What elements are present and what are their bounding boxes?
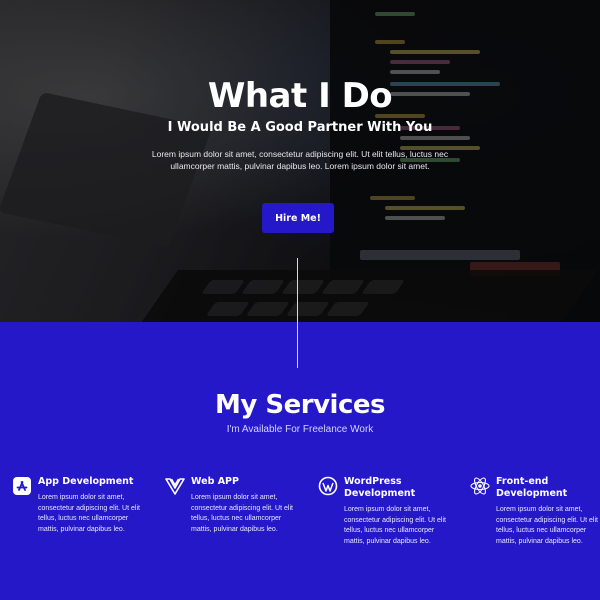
services-title: My Services <box>215 390 385 420</box>
hero-section: What I Do I Would Be A Good Partner With… <box>0 0 600 322</box>
service-description: Lorem ipsum dolor sit amet, consectetur … <box>496 506 598 545</box>
service-description: Lorem ipsum dolor sit amet, consectetur … <box>344 506 446 545</box>
vue-icon <box>165 476 185 496</box>
service-description: Lorem ipsum dolor sit amet, consectetur … <box>191 494 293 533</box>
hero-description: Lorem ipsum dolor sit amet, consectetur … <box>151 149 449 171</box>
wordpress-icon <box>318 476 338 496</box>
app-store-icon <box>12 476 32 496</box>
react-icon <box>470 476 490 496</box>
hero-title: What I Do <box>207 76 393 116</box>
hero-subtitle: I Would Be A Good Partner With You <box>167 120 433 135</box>
service-description: Lorem ipsum dolor sit amet, consectetur … <box>38 494 140 533</box>
divider-line <box>297 258 298 368</box>
services-subtitle: I'm Available For Freelance Work <box>226 424 374 435</box>
service-title: Web APP <box>191 476 239 487</box>
service-title: WordPress Development <box>344 476 416 499</box>
hire-me-button[interactable]: Hire Me! <box>262 203 334 233</box>
service-title: Front-end Development <box>496 476 568 499</box>
service-title: App Development <box>38 476 134 487</box>
